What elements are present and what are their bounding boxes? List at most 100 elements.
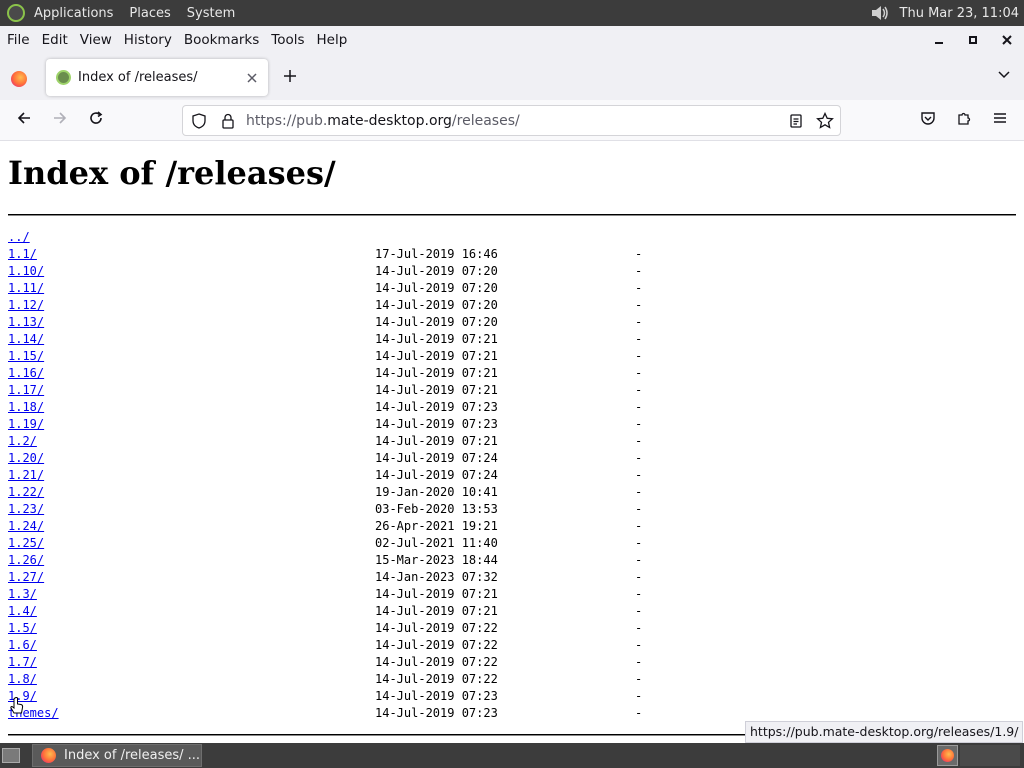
- browser-menubar: File Edit View History Bookmarks Tools H…: [0, 26, 1024, 54]
- directory-link[interactable]: 1.4/: [8, 603, 37, 620]
- directory-link[interactable]: 1.2/: [8, 433, 37, 450]
- menu-bookmarks[interactable]: Bookmarks: [184, 32, 259, 48]
- modified-date: 14-Jul-2019 07:23: [375, 689, 498, 703]
- menu-tools[interactable]: Tools: [271, 32, 304, 48]
- menu-edit[interactable]: Edit: [42, 32, 68, 48]
- close-icon: [247, 72, 257, 83]
- hamburger-menu-icon: [994, 113, 1006, 123]
- file-size: -: [635, 451, 643, 465]
- modified-date: 14-Jul-2019 07:23: [375, 417, 498, 431]
- file-size: -: [635, 298, 643, 312]
- system-menu[interactable]: System: [187, 6, 235, 21]
- directory-link[interactable]: 1.17/: [8, 382, 44, 399]
- directory-link[interactable]: 1.21/: [8, 467, 44, 484]
- url-path: /releases/: [451, 112, 520, 129]
- applications-menu[interactable]: Applications: [34, 6, 113, 21]
- maximize-button[interactable]: [956, 26, 990, 54]
- places-menu[interactable]: Places: [129, 6, 170, 21]
- clock[interactable]: Thu Mar 23, 11:04: [900, 6, 1019, 21]
- directory-link[interactable]: 1.12/: [8, 297, 44, 314]
- workspace-switcher-1[interactable]: [937, 745, 958, 766]
- firefox-view-icon[interactable]: [11, 71, 27, 87]
- hand-cursor-icon: [10, 697, 24, 714]
- directory-link[interactable]: 1.3/: [8, 586, 37, 603]
- modified-date: 26-Apr-2021 19:21: [375, 519, 498, 533]
- directory-link[interactable]: 1.13/: [8, 314, 44, 331]
- directory-link[interactable]: 1.18/: [8, 399, 44, 416]
- file-size: -: [635, 349, 643, 363]
- menu-help[interactable]: Help: [317, 32, 348, 48]
- file-size: -: [635, 434, 643, 448]
- volume-icon[interactable]: [870, 4, 890, 22]
- app-menu-button[interactable]: [987, 108, 1013, 134]
- modified-date: 14-Jul-2019 07:22: [375, 655, 498, 669]
- tab-title: Index of /releases/: [78, 70, 198, 85]
- file-size: -: [635, 383, 643, 397]
- directory-link[interactable]: 1.8/: [8, 671, 37, 688]
- directory-link[interactable]: 1.19/: [8, 416, 44, 433]
- file-size: -: [635, 570, 643, 584]
- bookmark-star-icon[interactable]: [816, 111, 834, 130]
- modified-date: 14-Jul-2019 07:22: [375, 621, 498, 635]
- file-size: -: [635, 468, 643, 482]
- file-size: -: [635, 502, 643, 516]
- link-status-tooltip: https://pub.mate-desktop.org/releases/1.…: [745, 721, 1024, 743]
- url-text[interactable]: https://pub.mate-desktop.org/releases/: [246, 113, 788, 129]
- directory-link[interactable]: 1.24/: [8, 518, 44, 535]
- file-size: -: [635, 655, 643, 669]
- workspace-switcher-2[interactable]: [960, 745, 1020, 766]
- directory-link[interactable]: 1.16/: [8, 365, 44, 382]
- file-size: -: [635, 672, 643, 686]
- directory-link[interactable]: 1.11/: [8, 280, 44, 297]
- chevron-down-icon: [998, 71, 1010, 79]
- close-window-button[interactable]: [990, 26, 1024, 54]
- reload-button[interactable]: [83, 108, 109, 134]
- modified-date: 14-Jan-2023 07:32: [375, 570, 498, 584]
- directory-link[interactable]: 1.7/: [8, 654, 37, 671]
- lock-icon[interactable]: [221, 113, 235, 129]
- extensions-button[interactable]: [951, 108, 977, 134]
- directory-link[interactable]: 1.5/: [8, 620, 37, 637]
- directory-link[interactable]: 1.1/: [8, 246, 37, 263]
- directory-link[interactable]: 1.20/: [8, 450, 44, 467]
- firefox-mini-icon: [941, 749, 954, 762]
- file-size: -: [635, 706, 643, 720]
- new-tab-button[interactable]: [278, 66, 302, 90]
- directory-link[interactable]: 1.23/: [8, 501, 44, 518]
- show-desktop-icon[interactable]: [2, 748, 20, 763]
- file-size: -: [635, 417, 643, 431]
- menu-view[interactable]: View: [80, 32, 112, 48]
- modified-date: 14-Jul-2019 07:21: [375, 332, 498, 346]
- modified-date: 14-Jul-2019 07:21: [375, 434, 498, 448]
- directory-link[interactable]: 1.25/: [8, 535, 44, 552]
- directory-link[interactable]: 1.22/: [8, 484, 44, 501]
- back-button[interactable]: [11, 108, 37, 134]
- directory-link[interactable]: 1.15/: [8, 348, 44, 365]
- pocket-button[interactable]: [915, 108, 941, 134]
- list-all-tabs-button[interactable]: [994, 67, 1014, 87]
- tab-close-button[interactable]: [242, 68, 262, 88]
- modified-date: 19-Jan-2020 10:41: [375, 485, 498, 499]
- file-size: -: [635, 638, 643, 652]
- directory-link[interactable]: ../: [8, 229, 30, 246]
- directory-link[interactable]: 1.26/: [8, 552, 44, 569]
- tab-active[interactable]: Index of /releases/: [46, 59, 268, 96]
- directory-link[interactable]: 1.27/: [8, 569, 44, 586]
- directory-link[interactable]: 1.6/: [8, 637, 37, 654]
- url-bar[interactable]: https://pub.mate-desktop.org/releases/: [182, 105, 841, 136]
- file-size: -: [635, 604, 643, 618]
- directory-link[interactable]: 1.14/: [8, 331, 44, 348]
- modified-date: 14-Jul-2019 07:21: [375, 366, 498, 380]
- taskbar-window-button[interactable]: Index of /releases/ ...: [32, 744, 202, 767]
- tracking-protection-shield-icon[interactable]: [192, 112, 206, 129]
- menu-file[interactable]: File: [7, 32, 30, 48]
- forward-button[interactable]: [47, 108, 73, 134]
- menu-history[interactable]: History: [124, 32, 172, 48]
- minimize-button[interactable]: [922, 26, 956, 54]
- directory-link[interactable]: 1.10/: [8, 263, 44, 280]
- file-size: -: [635, 332, 643, 346]
- mate-logo-icon[interactable]: [7, 4, 25, 22]
- maximize-icon: [969, 36, 977, 44]
- reader-view-icon[interactable]: [788, 113, 804, 129]
- file-size: -: [635, 366, 643, 380]
